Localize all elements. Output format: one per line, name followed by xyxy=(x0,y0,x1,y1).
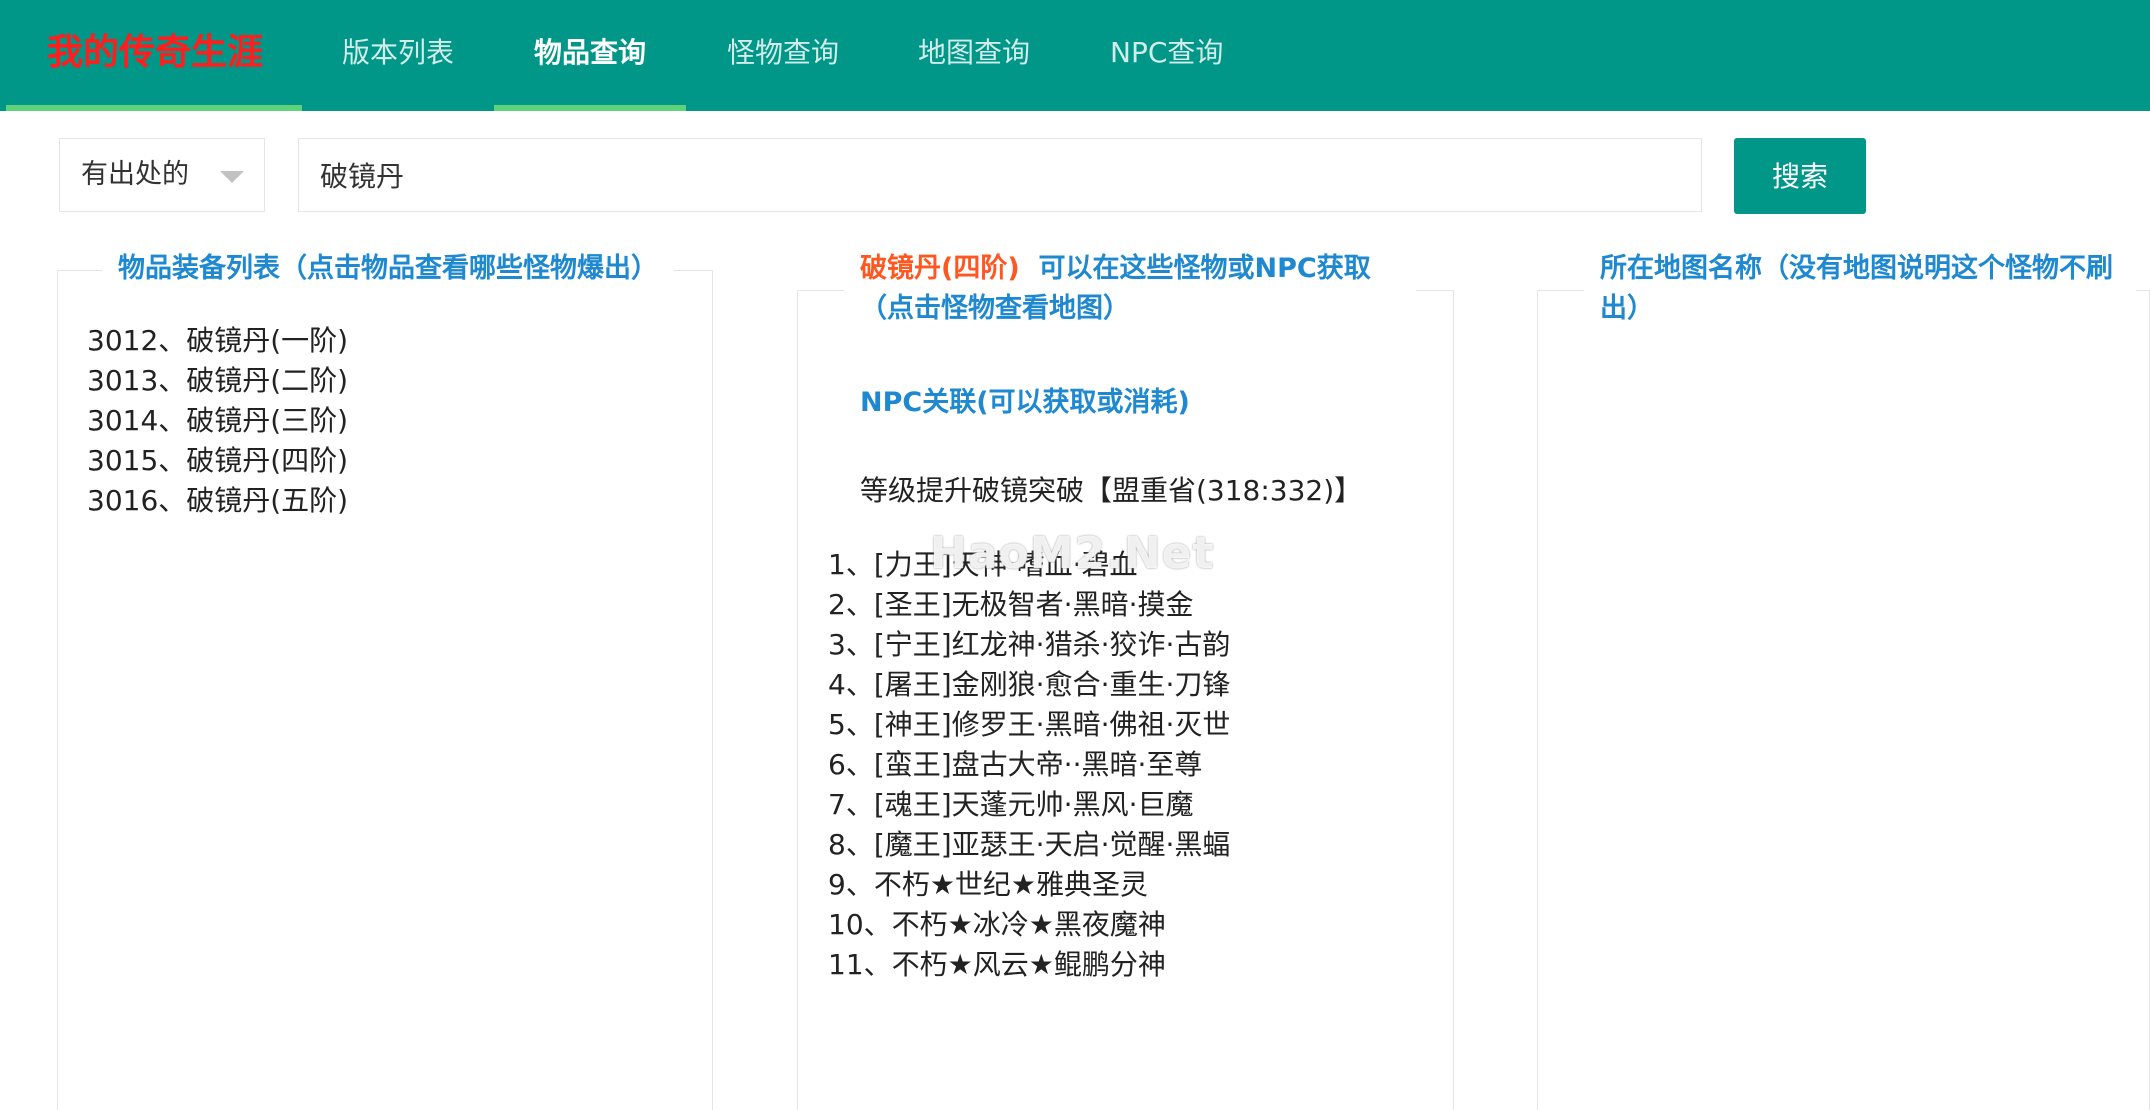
item-list-title: 物品装备列表（点击物品查看哪些怪物爆出） xyxy=(102,249,674,289)
sources-title-text: 可以在这些怪物或NPC获取 xyxy=(1038,253,1371,284)
monster-entry[interactable]: 2、[圣王]无极智者·黑暗·摸金 xyxy=(828,585,1230,625)
nav-npc-query[interactable]: NPC查询 xyxy=(1110,28,1223,78)
site-logo[interactable]: 我的传奇生涯 xyxy=(47,28,263,78)
nav-item-query[interactable]: 物品查询 xyxy=(534,28,646,78)
npc-entry[interactable]: 等级提升破镜突破【盟重省(318:332)】 xyxy=(860,471,1362,511)
monster-entry[interactable]: 6、[蛮王]盘古大帝··黑暗·至尊 xyxy=(828,745,1230,785)
nav-map-query[interactable]: 地图查询 xyxy=(918,28,1030,78)
sources-title-hint: （点击怪物查看地图） xyxy=(860,293,1130,324)
source-filter-value: 有出处的 xyxy=(81,159,189,190)
item-entry[interactable]: 3016、破镜丹(五阶) xyxy=(87,481,348,521)
nav-monster-query[interactable]: 怪物查询 xyxy=(727,28,839,78)
map-panel: 所在地图名称（没有地图说明这个怪物不刷出） xyxy=(1537,249,2150,1110)
monster-entry[interactable]: 4、[屠王]金刚狼·愈合·重生·刀锋 xyxy=(828,665,1230,705)
npc-section-title: NPC关联(可以获取或消耗) xyxy=(860,387,1190,418)
nav-version-list[interactable]: 版本列表 xyxy=(342,28,454,78)
search-input[interactable] xyxy=(298,138,1702,212)
search-button[interactable]: 搜索 xyxy=(1734,138,1866,214)
monster-entry[interactable]: 5、[神王]修罗王·黑暗·佛祖·灭世 xyxy=(828,705,1230,745)
monster-entry[interactable]: 11、不朽★风云★鲲鹏分神 xyxy=(828,945,1230,985)
item-list-panel: 物品装备列表（点击物品查看哪些怪物爆出） 3012、破镜丹(一阶) 3013、破… xyxy=(57,249,713,1110)
selected-item-name: 破镜丹(四阶) xyxy=(860,253,1020,284)
chevron-down-icon xyxy=(220,171,244,183)
monster-entry[interactable]: 8、[魔王]亚瑟王·天启·觉醒·黑蝠 xyxy=(828,825,1230,865)
logo-underline xyxy=(6,105,302,111)
top-navigation-bar: 我的传奇生涯 版本列表 物品查询 怪物查询 地图查询 NPC查询 xyxy=(0,0,2150,111)
source-filter-select[interactable]: 有出处的 xyxy=(59,138,265,212)
monster-entry[interactable]: 3、[宁王]红龙神·猎杀·狡诈·古韵 xyxy=(828,625,1230,665)
sources-panel: 破镜丹(四阶) 可以在这些怪物或NPC获取 （点击怪物查看地图） NPC关联(可… xyxy=(797,249,1454,1110)
watermark: HaoM2.Net xyxy=(930,528,1215,579)
item-entry[interactable]: 3014、破镜丹(三阶) xyxy=(87,401,348,441)
monster-list: 1、[力王]天神·嗜血·碧血 2、[圣王]无极智者·黑暗·摸金 3、[宁王]红龙… xyxy=(828,545,1230,985)
item-entry[interactable]: 3015、破镜丹(四阶) xyxy=(87,441,348,481)
monster-entry[interactable]: 10、不朽★冰冷★黑夜魔神 xyxy=(828,905,1230,945)
monster-entry[interactable]: 7、[魂王]天蓬元帅·黑风·巨魔 xyxy=(828,785,1230,825)
item-entry[interactable]: 3012、破镜丹(一阶) xyxy=(87,321,348,361)
sources-title: 破镜丹(四阶) 可以在这些怪物或NPC获取 （点击怪物查看地图） xyxy=(844,249,1416,329)
item-entry[interactable]: 3013、破镜丹(二阶) xyxy=(87,361,348,401)
active-nav-underline xyxy=(494,105,686,111)
item-list: 3012、破镜丹(一阶) 3013、破镜丹(二阶) 3014、破镜丹(三阶) 3… xyxy=(87,321,348,521)
map-panel-title: 所在地图名称（没有地图说明这个怪物不刷出） xyxy=(1584,249,2136,329)
monster-entry[interactable]: 9、不朽★世纪★雅典圣灵 xyxy=(828,865,1230,905)
